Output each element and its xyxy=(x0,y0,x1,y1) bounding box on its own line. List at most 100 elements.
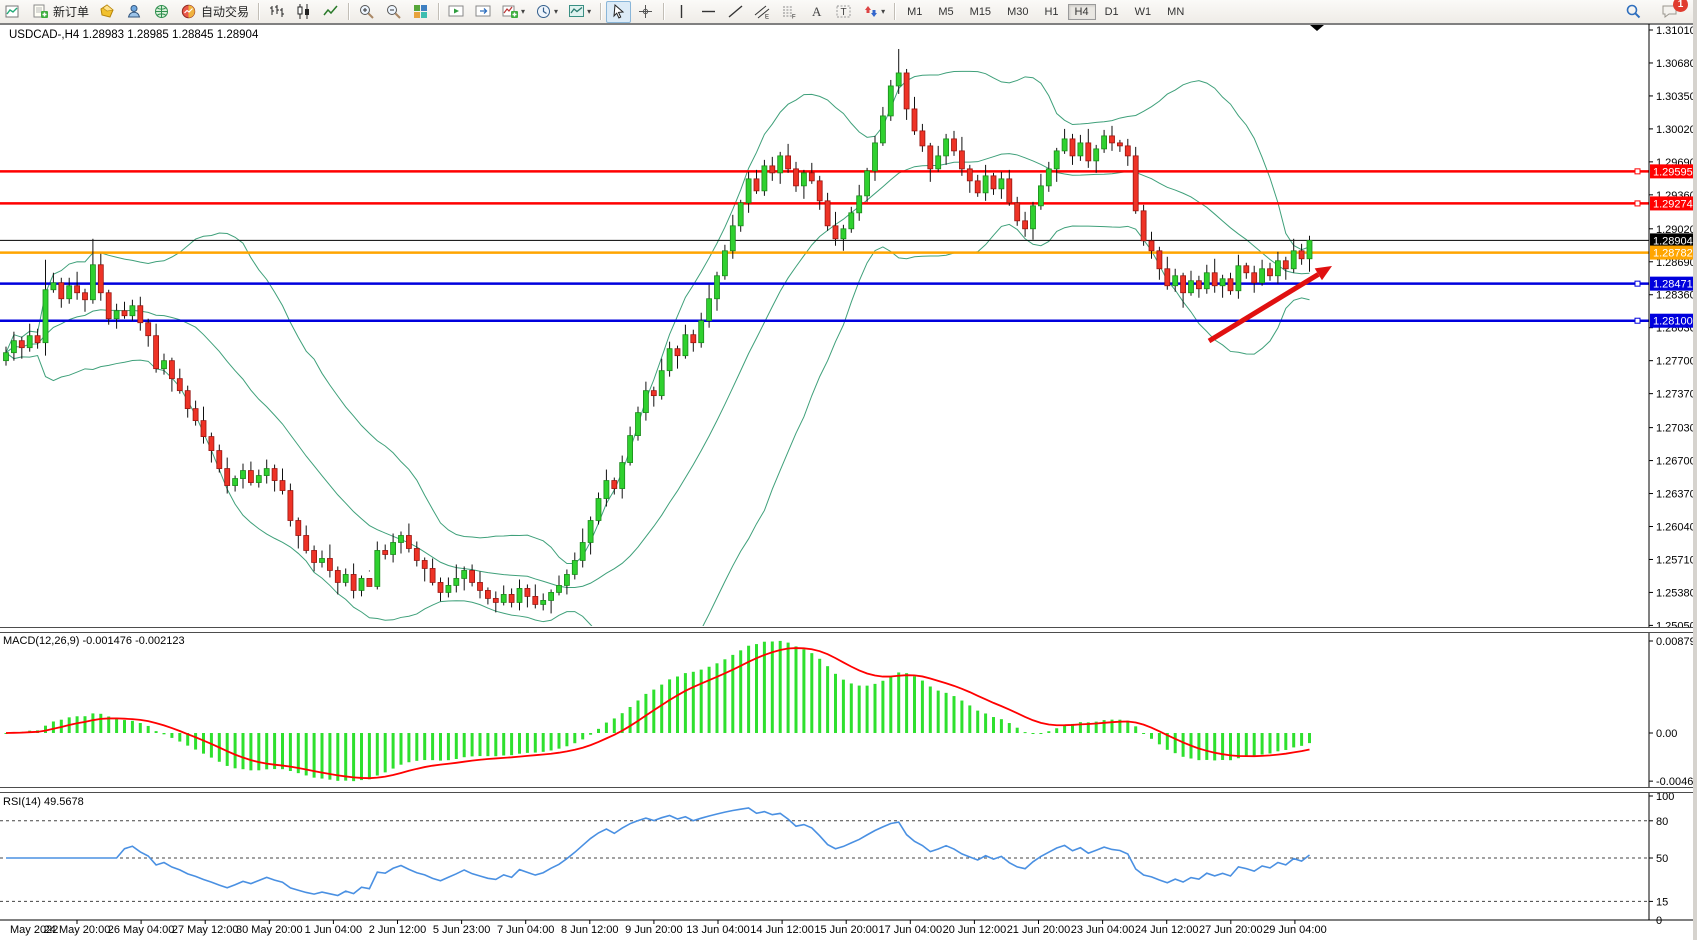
zoom-out-icon xyxy=(385,3,402,20)
person-icon xyxy=(126,3,143,20)
svg-text:13 Jun 04:00: 13 Jun 04:00 xyxy=(686,924,750,936)
period-mn-button[interactable]: MN xyxy=(1160,4,1191,20)
arrows-tool-button[interactable]: ▾ xyxy=(858,1,889,23)
indicators-button[interactable]: ▾ xyxy=(498,1,529,23)
svg-text:1.25380: 1.25380 xyxy=(1656,587,1696,599)
svg-text:27 Jun 20:00: 27 Jun 20:00 xyxy=(1199,924,1263,936)
chart-window-icon xyxy=(5,3,22,20)
candlestick-icon xyxy=(295,3,312,20)
chart-window: 1.310101.306801.303501.300201.296901.293… xyxy=(0,23,1697,940)
hline-tool-button[interactable] xyxy=(696,1,721,23)
chart-shift-button[interactable] xyxy=(471,1,496,23)
dropdown-arrow-icon: ▾ xyxy=(587,7,591,16)
zoom-out-button[interactable] xyxy=(381,1,406,23)
svg-text:T: T xyxy=(841,7,847,18)
pane-separator-macd[interactable] xyxy=(0,627,1697,633)
new-order-button[interactable]: 新订单 xyxy=(28,1,93,23)
svg-text:21 Jun 20:00: 21 Jun 20:00 xyxy=(1007,924,1071,936)
toolbar-separator xyxy=(663,3,664,20)
svg-text:17 Jun 04:00: 17 Jun 04:00 xyxy=(878,924,942,936)
svg-text:14 Jun 12:00: 14 Jun 12:00 xyxy=(750,924,814,936)
crosshair-tool-button[interactable] xyxy=(633,1,658,23)
svg-text:0: 0 xyxy=(1656,915,1662,927)
macd-indicator-label: MACD(12,26,9) -0.001476 -0.002123 xyxy=(3,635,185,647)
period-h1-button[interactable]: H1 xyxy=(1037,4,1065,20)
bar-chart-mode-button[interactable] xyxy=(264,1,289,23)
window-menu-icon[interactable] xyxy=(1,1,26,23)
toolbar-separator xyxy=(438,3,439,20)
svg-text:1.27030: 1.27030 xyxy=(1656,423,1696,435)
zoom-in-icon xyxy=(358,3,375,20)
period-m5-button[interactable]: M5 xyxy=(931,4,960,20)
period-h4-button[interactable]: H4 xyxy=(1068,4,1096,20)
rsi-indicator-label: RSI(14) 49.5678 xyxy=(3,796,84,808)
fibonacci-tool-button[interactable]: F xyxy=(777,1,802,23)
text-icon: A xyxy=(808,3,825,20)
vline-tool-button[interactable] xyxy=(669,1,694,23)
svg-text:15 Jun 20:00: 15 Jun 20:00 xyxy=(814,924,878,936)
search-icon xyxy=(1625,3,1642,20)
period-d1-button[interactable]: D1 xyxy=(1098,4,1126,20)
horizontal-line-icon xyxy=(700,3,717,20)
auto-scroll-button[interactable] xyxy=(444,1,469,23)
period-w1-button[interactable]: W1 xyxy=(1128,4,1159,20)
new-order-icon xyxy=(32,3,49,20)
svg-text:24 May 20:00: 24 May 20:00 xyxy=(44,924,111,936)
svg-text:1.26370: 1.26370 xyxy=(1656,489,1696,501)
svg-text:80: 80 xyxy=(1656,816,1668,828)
trendline-icon xyxy=(727,3,744,20)
period-m1-button[interactable]: M1 xyxy=(900,4,929,20)
cursor-tool-button[interactable] xyxy=(606,1,631,23)
svg-text:1.28100: 1.28100 xyxy=(1653,316,1693,328)
autotrade-icon xyxy=(180,3,197,20)
svg-text:9 Jun 20:00: 9 Jun 20:00 xyxy=(625,924,683,936)
svg-text:8 Jun 12:00: 8 Jun 12:00 xyxy=(561,924,619,936)
candle-chart-mode-button[interactable] xyxy=(291,1,316,23)
auto-scroll-icon xyxy=(448,3,465,20)
chart-shift-icon xyxy=(475,3,492,20)
label-tool-button[interactable]: T xyxy=(831,1,856,23)
line-chart-mode-button[interactable] xyxy=(318,1,343,23)
autotrade-button[interactable]: 自动交易 xyxy=(176,1,253,23)
svg-text:1.28360: 1.28360 xyxy=(1656,290,1696,302)
pane-separator-rsi[interactable] xyxy=(0,787,1697,793)
svg-text:1.29595: 1.29595 xyxy=(1653,166,1693,178)
svg-text:20 Jun 12:00: 20 Jun 12:00 xyxy=(943,924,1007,936)
svg-text:23 Jun 04:00: 23 Jun 04:00 xyxy=(1071,924,1135,936)
period-m30-button[interactable]: M30 xyxy=(1000,4,1035,20)
templates-button[interactable]: ▾ xyxy=(564,1,595,23)
svg-text:1.26700: 1.26700 xyxy=(1656,456,1696,468)
svg-text:1.30020: 1.30020 xyxy=(1656,124,1696,136)
channel-tool-button[interactable]: E xyxy=(750,1,775,23)
gold-icon xyxy=(99,3,116,20)
svg-text:1.30680: 1.30680 xyxy=(1656,58,1696,70)
chart-canvas[interactable]: 1.310101.306801.303501.300201.296901.293… xyxy=(0,23,1697,940)
window-right-edge xyxy=(1693,0,1697,940)
text-tool-button[interactable]: A xyxy=(804,1,829,23)
svg-text:29 Jun 04:00: 29 Jun 04:00 xyxy=(1263,924,1327,936)
tile-windows-button[interactable] xyxy=(408,1,433,23)
toolbar-separator xyxy=(348,3,349,20)
news-button[interactable] xyxy=(149,1,174,23)
dropdown-arrow-icon: ▾ xyxy=(554,7,558,16)
svg-text:F: F xyxy=(792,15,796,21)
notification-badge: 1 xyxy=(1673,0,1688,12)
toolbar-separator xyxy=(894,3,895,20)
vertical-line-icon xyxy=(673,3,690,20)
toolbar-separator xyxy=(258,3,259,20)
market-depth-button[interactable] xyxy=(95,1,120,23)
zoom-in-button[interactable] xyxy=(354,1,379,23)
timeframes-button[interactable]: ▾ xyxy=(531,1,562,23)
search-button[interactable] xyxy=(1621,1,1646,23)
accounts-button[interactable] xyxy=(122,1,147,23)
add-indicator-icon xyxy=(502,3,519,20)
svg-text:1.25710: 1.25710 xyxy=(1656,554,1696,566)
svg-text:1.31010: 1.31010 xyxy=(1656,25,1696,37)
svg-text:0.00: 0.00 xyxy=(1656,728,1677,740)
fibonacci-icon: F xyxy=(781,3,798,20)
svg-text:30 May 20:00: 30 May 20:00 xyxy=(236,924,303,936)
notifications-button[interactable]: 1 xyxy=(1657,1,1682,23)
trendline-tool-button[interactable] xyxy=(723,1,748,23)
chart-title: USDCAD-,H4 1.28983 1.28985 1.28845 1.289… xyxy=(9,29,258,41)
period-m15-button[interactable]: M15 xyxy=(963,4,998,20)
